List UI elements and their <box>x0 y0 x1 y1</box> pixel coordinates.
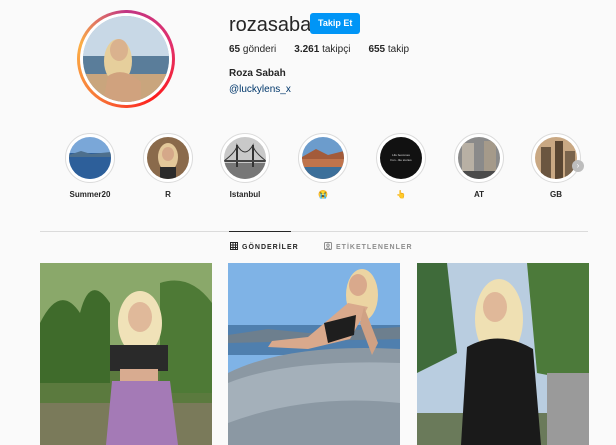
highlight-ring <box>531 133 581 183</box>
tab-tagged-label: ETİKETLENENLER <box>336 243 413 251</box>
tag-icon <box>324 242 332 252</box>
highlight-summer20[interactable]: Summer20 <box>60 133 120 199</box>
post-thumbnail[interactable] <box>40 263 212 445</box>
text-card-icon: Life becomes Fun...lite stories <box>380 137 422 179</box>
grid-icon <box>230 242 238 252</box>
followers-label: takipçi <box>322 44 351 55</box>
following-stat[interactable]: 655 takip <box>368 44 409 55</box>
highlight-label: 👆 <box>396 190 406 199</box>
posts-label: gönderi <box>242 44 277 55</box>
active-tab-indicator <box>229 231 291 232</box>
post-photo-2 <box>228 263 400 445</box>
highlight-label: AT <box>473 190 485 199</box>
profile-avatar[interactable] <box>77 10 175 108</box>
text-card-line: Fun...lite stories <box>390 158 412 162</box>
tab-tagged[interactable]: ETİKETLENENLER <box>324 242 413 252</box>
follow-button[interactable]: Takip Et <box>310 13 361 34</box>
street-photo-icon <box>458 137 500 179</box>
post-photo-1 <box>40 263 212 445</box>
highlight-r[interactable]: R <box>138 133 198 199</box>
highlight-emoji-point[interactable]: Life becomes Fun...lite stories 👆 <box>371 133 431 199</box>
followers-count: 3.261 <box>294 44 320 55</box>
highlight-ring <box>454 133 504 183</box>
profile-username: rozasabah <box>229 14 323 36</box>
highlight-label: Istanbul <box>229 190 261 199</box>
highlight-ring <box>298 133 348 183</box>
highlight-label: Summer20 <box>69 190 111 199</box>
tabs-divider <box>40 231 588 232</box>
girl-photo-icon <box>147 137 189 179</box>
highlight-ring <box>143 133 193 183</box>
bridge-photo-icon <box>224 137 266 179</box>
highlight-label: R <box>165 190 171 199</box>
highlight-label: 😭 <box>318 190 328 199</box>
city-photo-icon <box>535 137 577 179</box>
post-thumbnail[interactable] <box>228 263 400 445</box>
following-count: 655 <box>368 44 386 55</box>
highlight-istanbul[interactable]: Istanbul <box>215 133 275 199</box>
highlights-next-icon[interactable]: › <box>572 160 584 172</box>
avatar-inner <box>80 13 172 105</box>
highlight-at[interactable]: AT <box>449 133 509 199</box>
profile-stats: 65 gönderi 3.261 takipçi 655 takip <box>229 44 427 55</box>
tab-posts[interactable]: GÖNDERİLER <box>230 242 299 252</box>
highlight-label: GB <box>550 190 562 199</box>
following-label: takip <box>387 44 410 55</box>
profile-full-name: Roza Sabah <box>229 68 286 79</box>
avatar-photo <box>83 16 169 102</box>
lake-photo-icon <box>302 137 344 179</box>
post-thumbnail[interactable] <box>417 263 589 445</box>
tab-posts-label: GÖNDERİLER <box>242 243 299 251</box>
sea-photo-icon <box>69 137 111 179</box>
posts-stat: 65 gönderi <box>229 44 276 55</box>
highlight-ring <box>65 133 115 183</box>
highlight-ring: Life becomes Fun...lite stories <box>376 133 426 183</box>
highlight-ring <box>220 133 270 183</box>
posts-count: 65 <box>229 44 241 55</box>
highlight-emoji-cry[interactable]: 😭 <box>293 133 353 199</box>
followers-stat[interactable]: 3.261 takipçi <box>294 44 350 55</box>
bio-handle-link[interactable]: @luckylens_x <box>229 84 291 95</box>
post-photo-3 <box>417 263 589 445</box>
